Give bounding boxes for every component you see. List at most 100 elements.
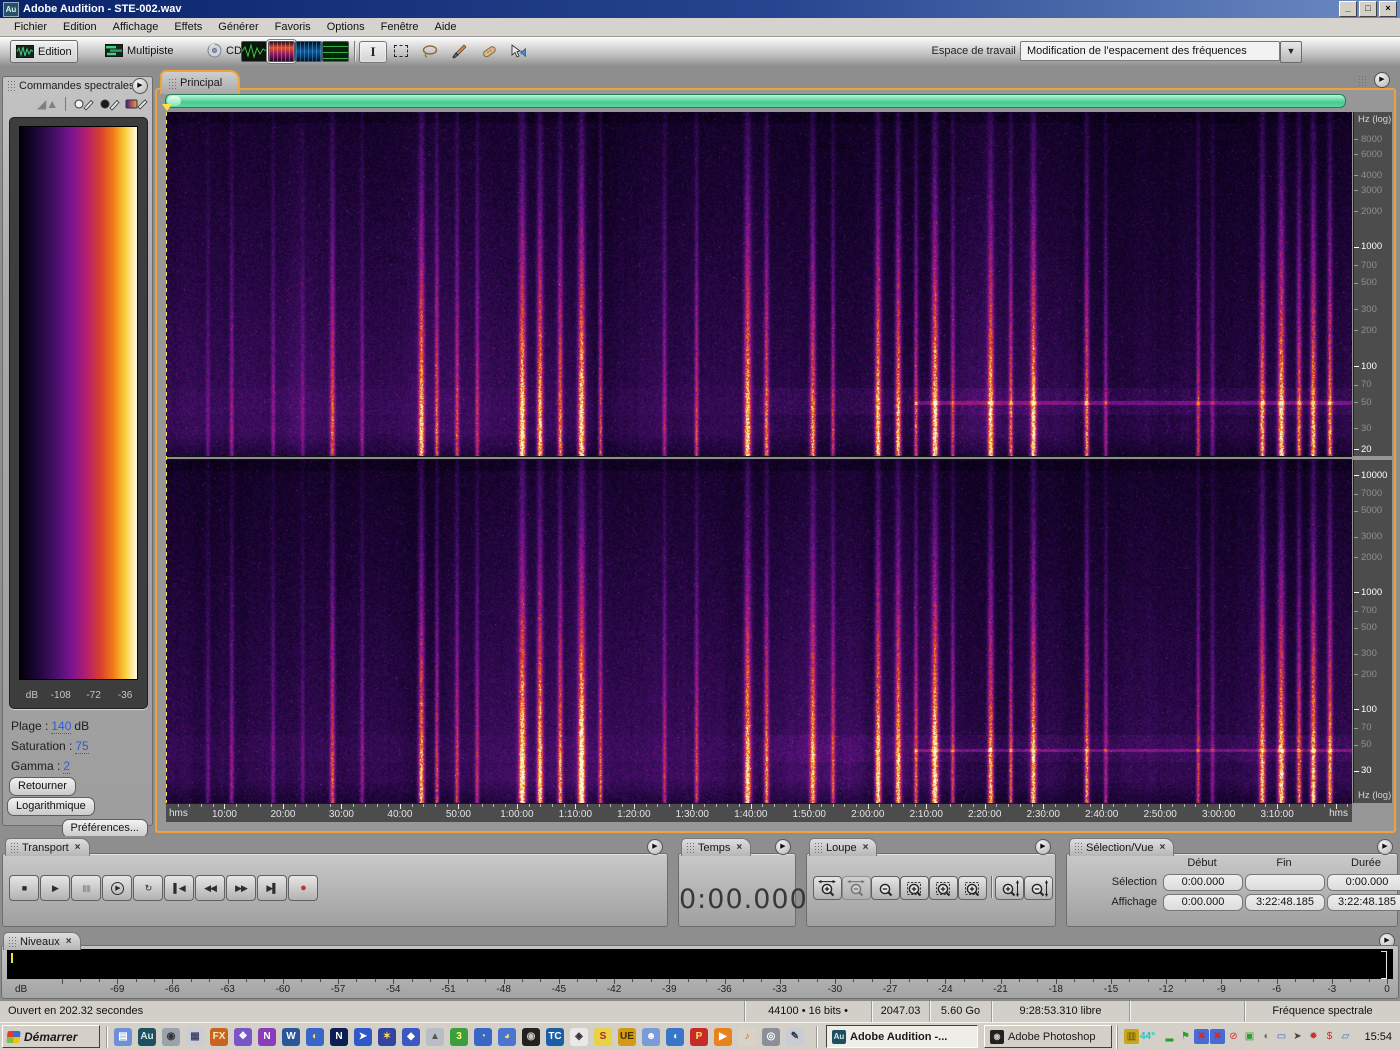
web-editor-icon[interactable]: 3 bbox=[450, 1028, 468, 1046]
minimize-button[interactable]: _ bbox=[1339, 1, 1357, 17]
fast-forward-button[interactable]: ▶▶ bbox=[226, 875, 256, 901]
window-icon[interactable]: ▱ bbox=[1338, 1029, 1353, 1044]
menu-affichage[interactable]: Affichage bbox=[105, 19, 167, 35]
close-button[interactable]: × bbox=[1379, 1, 1397, 17]
go-to-end-button[interactable]: ▶▌ bbox=[257, 875, 287, 901]
word-icon[interactable]: W bbox=[282, 1028, 300, 1046]
title-bar[interactable]: Au Adobe Audition - STE-002.wav _ □ × bbox=[0, 0, 1400, 18]
spectral-palette-gradient[interactable] bbox=[19, 126, 138, 680]
spectrogram-right-channel[interactable] bbox=[166, 460, 1352, 803]
antivirus-icon[interactable]: ✹ bbox=[1306, 1029, 1321, 1044]
menu-fenetre[interactable]: Fenêtre bbox=[373, 19, 427, 35]
loop-play-button[interactable]: ↻ bbox=[133, 875, 163, 901]
niveaux-close-icon[interactable]: × bbox=[66, 936, 72, 947]
spectrogram-left-channel[interactable] bbox=[166, 112, 1352, 456]
workspace-dropdown-arrow[interactable]: ▼ bbox=[1280, 41, 1302, 63]
task-button-audition[interactable]: Au Adobe Audition -... bbox=[826, 1025, 978, 1048]
planet-icon[interactable]: ◐ bbox=[306, 1028, 324, 1046]
pause-button[interactable]: ▮▮ bbox=[71, 875, 101, 901]
main-panel-menu-button[interactable]: ▶ bbox=[1374, 72, 1390, 88]
spectral-frequency-view-button[interactable] bbox=[267, 40, 296, 63]
mozilla-icon[interactable]: ◔ bbox=[474, 1028, 492, 1046]
zoom-in-right-of-selection-button[interactable] bbox=[929, 876, 958, 900]
swatch-pen-gradient-icon[interactable] bbox=[125, 97, 149, 114]
pdf-icon[interactable]: P bbox=[690, 1028, 708, 1046]
selection-view-close-icon[interactable]: × bbox=[1159, 842, 1165, 853]
menu-aide[interactable]: Aide bbox=[427, 19, 465, 35]
menu-edition[interactable]: Edition bbox=[55, 19, 105, 35]
frequency-scale-left-channel[interactable]: 8000 6000 4000 3000 2000 1000 700 500 300 200 100 7… bbox=[1353, 112, 1392, 456]
menu-options[interactable]: Options bbox=[319, 19, 373, 35]
minimized-app-icon[interactable]: ▂ bbox=[1162, 1029, 1177, 1044]
panel-grip[interactable] bbox=[7, 80, 16, 91]
logarithmic-button[interactable]: Logarithmique bbox=[7, 797, 95, 816]
play-button[interactable]: ▶ bbox=[40, 875, 70, 901]
restore-button[interactable]: □ bbox=[1359, 1, 1377, 17]
record-button[interactable]: ● bbox=[288, 875, 318, 901]
blocked-icon[interactable]: ⊘ bbox=[1226, 1029, 1241, 1044]
effects-paintbrush-tool-button[interactable] bbox=[446, 41, 472, 61]
horizontal-navigator-bar[interactable] bbox=[165, 94, 1346, 108]
opera-icon[interactable]: ◖ bbox=[666, 1028, 684, 1046]
saturation-value[interactable]: 75 bbox=[75, 739, 89, 754]
spectral-phase-view-button[interactable] bbox=[322, 41, 349, 62]
temps-tab[interactable]: Temps × bbox=[681, 838, 752, 856]
lasso-selection-tool-button[interactable] bbox=[417, 41, 443, 61]
start-button[interactable]: Démarrer bbox=[2, 1025, 100, 1048]
stop-button[interactable]: ■ bbox=[9, 875, 39, 901]
spot-healing-brush-tool-button[interactable] bbox=[475, 41, 501, 61]
waveform-view-button[interactable] bbox=[241, 41, 268, 62]
selection-duration-field[interactable]: 0:00.000 bbox=[1327, 874, 1400, 891]
view-end-field[interactable]: 3:22:48.185 bbox=[1245, 894, 1325, 911]
pointer-tool-icon[interactable]: ➤ bbox=[354, 1028, 372, 1046]
zoom-in-vertically-button[interactable] bbox=[995, 876, 1024, 900]
swatch-pen-white-icon[interactable] bbox=[73, 97, 95, 114]
media-player-icon[interactable]: ◉ bbox=[162, 1028, 180, 1046]
ultraedit-icon[interactable]: UE bbox=[618, 1028, 636, 1046]
temps-menu-button[interactable]: ▶ bbox=[775, 839, 791, 855]
task-button-photoshop[interactable]: ◉ Adobe Photoshop bbox=[984, 1025, 1112, 1048]
office-app-icon[interactable]: ❖ bbox=[234, 1028, 252, 1046]
media-center-icon[interactable]: ▶ bbox=[714, 1028, 732, 1046]
playhead-marker[interactable] bbox=[162, 104, 172, 111]
mozilla-suite-icon[interactable]: ◕ bbox=[498, 1028, 516, 1046]
spectral-pan-view-button[interactable] bbox=[295, 41, 322, 62]
zoom-out-vertically-button[interactable] bbox=[1024, 876, 1053, 900]
swatch-pen-black-icon[interactable] bbox=[99, 97, 121, 114]
menu-favoris[interactable]: Favoris bbox=[267, 19, 319, 35]
flip-button[interactable]: Retourner bbox=[9, 777, 76, 796]
gamma-value[interactable]: 2 bbox=[63, 759, 71, 774]
updater-icon[interactable]: ▣ bbox=[1242, 1029, 1257, 1044]
network-disconnected-icon-2[interactable]: ✖ bbox=[1210, 1029, 1225, 1044]
audition-shortcut-icon[interactable]: Au bbox=[138, 1028, 156, 1046]
range-value[interactable]: 140 bbox=[51, 719, 72, 734]
selection-end-field[interactable] bbox=[1245, 874, 1325, 891]
rewind-button[interactable]: ◀◀ bbox=[195, 875, 225, 901]
currency-icon[interactable]: $ bbox=[1322, 1029, 1337, 1044]
calculator-icon[interactable]: ▦ bbox=[186, 1028, 204, 1046]
workspace-select[interactable]: Modification de l'espacement des fréquen… bbox=[1020, 41, 1280, 61]
compass-icon[interactable]: ◈ bbox=[570, 1028, 588, 1046]
zoom-out-horizontally-button[interactable] bbox=[842, 876, 871, 900]
sbp-icon[interactable]: S bbox=[594, 1028, 612, 1046]
mouse-settings-icon[interactable]: ◖ bbox=[1258, 1029, 1273, 1044]
starburst-icon[interactable]: ✶ bbox=[378, 1028, 396, 1046]
loupe-menu-button[interactable]: ▶ bbox=[1035, 839, 1051, 855]
edition-mode-button[interactable]: Edition bbox=[10, 40, 78, 63]
time-ruler[interactable]: 10:00 20:00 30:00 40:00 50:00 1:00:00 1:10:00 1… bbox=[166, 803, 1352, 822]
temps-close-icon[interactable]: × bbox=[736, 842, 742, 853]
display-settings-icon[interactable]: ▭ bbox=[1274, 1029, 1289, 1044]
messenger-icon[interactable]: ☻ bbox=[642, 1028, 660, 1046]
viewer-icon[interactable]: ▲ bbox=[426, 1028, 444, 1046]
transport-close-icon[interactable]: × bbox=[75, 842, 81, 853]
play-from-cursor-button[interactable]: ▶ bbox=[102, 875, 132, 901]
network-disconnected-icon[interactable]: ✖ bbox=[1194, 1029, 1209, 1044]
time-selection-tool-button[interactable]: I bbox=[359, 41, 387, 63]
photoshop-icon[interactable]: ◉ bbox=[522, 1028, 540, 1046]
loupe-tab[interactable]: Loupe × bbox=[809, 838, 878, 856]
zoom-in-horizontally-button[interactable] bbox=[813, 876, 842, 900]
panel-menu-button[interactable]: ▶ bbox=[132, 77, 148, 94]
zoom-to-selection-button[interactable] bbox=[900, 876, 929, 900]
menu-effets[interactable]: Effets bbox=[166, 19, 210, 35]
onenote-icon[interactable]: N bbox=[258, 1028, 276, 1046]
